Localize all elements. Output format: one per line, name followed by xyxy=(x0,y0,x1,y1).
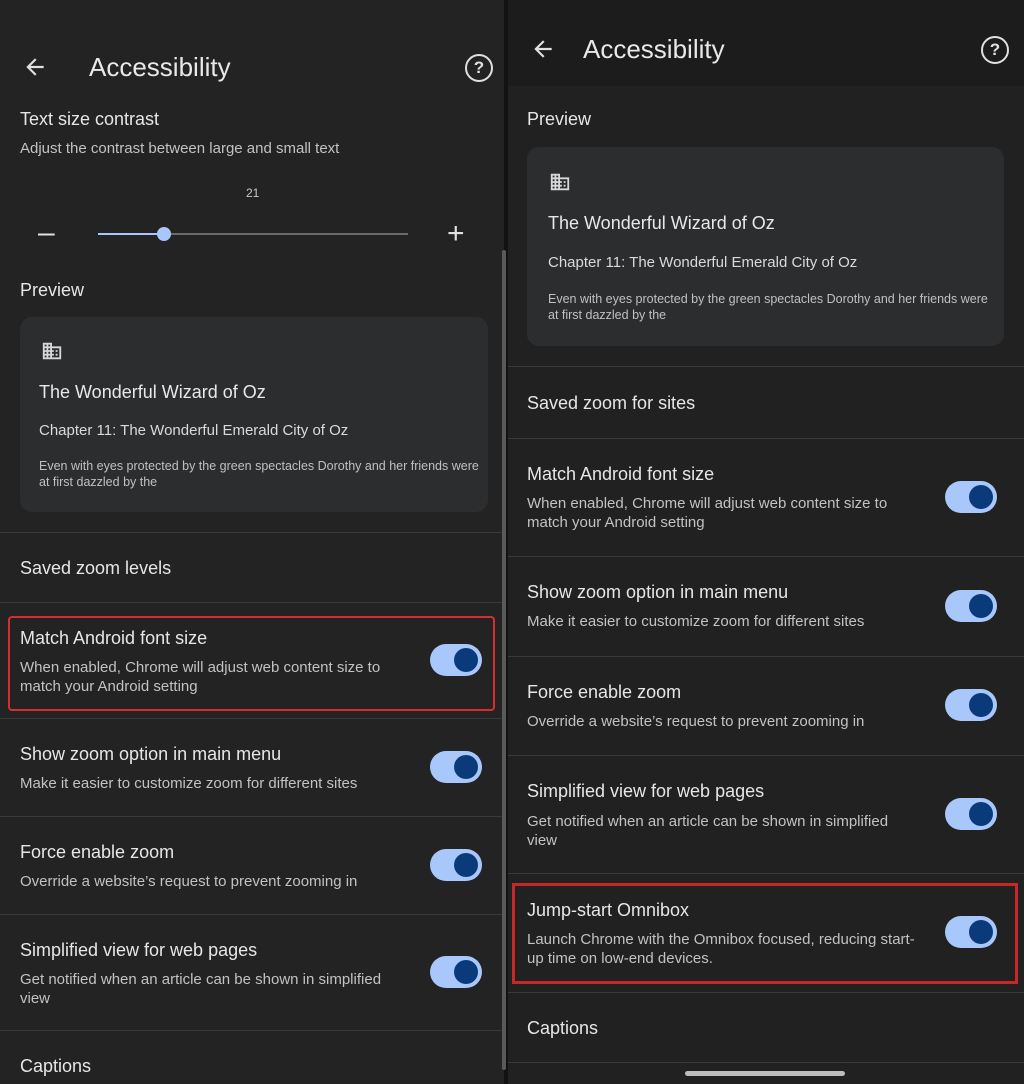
setting-subtitle-simplified-view: Get notified when an article can be show… xyxy=(20,971,382,1007)
toggle-knob xyxy=(969,802,993,826)
divider xyxy=(0,1030,504,1031)
setting-title-match-font: Match Android font size xyxy=(527,464,715,484)
divider xyxy=(0,718,504,719)
app-bar: Accessibility ? xyxy=(0,0,504,102)
scrollbar[interactable] xyxy=(502,250,506,1070)
text-size-contrast-title: Text size contrast xyxy=(20,109,160,129)
setting-subtitle-force-zoom: Override a website’s request to prevent … xyxy=(527,713,865,730)
toggle-knob xyxy=(969,693,993,717)
left-screenshot: Accessibility ? Text size contrast Adjus… xyxy=(0,0,504,1084)
preview-card: The Wonderful Wizard of Oz Chapter 11: T… xyxy=(527,147,1004,346)
setting-subtitle-zoom-menu: Make it easier to customize zoom for dif… xyxy=(20,775,358,792)
setting-subtitle-jump-start-omnibox: Launch Chrome with the Omnibox focused, … xyxy=(527,931,915,967)
divider xyxy=(508,1062,1024,1063)
toggle-knob xyxy=(969,485,993,509)
divider xyxy=(508,992,1024,993)
building-icon xyxy=(42,342,62,360)
decrease-button[interactable]: – xyxy=(38,218,55,248)
setting-subtitle-match-font: When enabled, Chrome will adjust web con… xyxy=(527,495,888,531)
setting-subtitle-force-zoom: Override a website’s request to prevent … xyxy=(20,873,358,890)
toggle-force-zoom[interactable] xyxy=(430,849,482,881)
slider-value: 21 xyxy=(246,186,260,200)
toggle-simplified-view[interactable] xyxy=(945,798,997,830)
divider xyxy=(508,873,1024,874)
slider-fill xyxy=(98,233,164,235)
help-icon[interactable]: ? xyxy=(465,54,493,82)
app-bar: Accessibility ? xyxy=(508,0,1024,86)
captions-item[interactable]: Captions xyxy=(20,1056,91,1077)
setting-title-force-zoom: Force enable zoom xyxy=(527,682,682,702)
help-icon[interactable]: ? xyxy=(981,36,1009,64)
text-size-contrast-subtitle: Adjust the contrast between large and sm… xyxy=(20,140,340,157)
preview-book-title: The Wonderful Wizard of Oz xyxy=(39,382,266,402)
divider xyxy=(508,755,1024,756)
slider-thumb[interactable] xyxy=(157,227,171,241)
page-title: Accessibility xyxy=(89,52,231,82)
setting-title-zoom-menu: Show zoom option in main menu xyxy=(527,582,789,602)
divider xyxy=(508,438,1024,439)
toggle-jump-start-omnibox[interactable] xyxy=(945,916,997,948)
back-arrow-icon[interactable] xyxy=(530,36,556,62)
setting-title-simplified-view: Simplified view for web pages xyxy=(527,781,765,801)
setting-title-simplified-view: Simplified view for web pages xyxy=(20,940,258,960)
toggle-force-zoom[interactable] xyxy=(945,689,997,721)
setting-subtitle-simplified-view: Get notified when an article can be show… xyxy=(527,813,889,849)
building-icon xyxy=(550,173,570,191)
divider xyxy=(508,366,1024,367)
divider xyxy=(508,656,1024,657)
divider xyxy=(0,532,504,533)
setting-title-jump-start-omnibox: Jump-start Omnibox xyxy=(527,900,690,920)
saved-zoom-levels[interactable]: Saved zoom levels xyxy=(20,558,171,579)
page-title: Accessibility xyxy=(583,34,725,64)
divider xyxy=(0,816,504,817)
preview-body: Even with eyes protected by the green sp… xyxy=(548,292,988,322)
divider xyxy=(0,914,504,915)
saved-zoom-for-sites[interactable]: Saved zoom for sites xyxy=(527,393,695,414)
preview-chapter: Chapter 11: The Wonderful Emerald City o… xyxy=(548,254,858,271)
toggle-knob xyxy=(454,853,478,877)
toggle-match-font[interactable] xyxy=(430,644,482,676)
setting-title-force-zoom: Force enable zoom xyxy=(20,842,175,862)
toggle-simplified-view[interactable] xyxy=(430,956,482,988)
preview-body: Even with eyes protected by the green sp… xyxy=(39,459,479,489)
toggle-zoom-menu[interactable] xyxy=(945,590,997,622)
setting-title-match-font: Match Android font size xyxy=(20,628,208,648)
toggle-knob xyxy=(454,755,478,779)
preview-header: Preview xyxy=(20,280,85,300)
preview-header: Preview xyxy=(527,109,592,129)
divider xyxy=(508,556,1024,557)
home-indicator[interactable] xyxy=(685,1071,845,1076)
right-screenshot: Accessibility ? Preview The Wonderful Wi… xyxy=(508,0,1024,1084)
toggle-knob xyxy=(969,920,993,944)
setting-subtitle-match-font: When enabled, Chrome will adjust web con… xyxy=(20,659,381,695)
preview-card: The Wonderful Wizard of Oz Chapter 11: T… xyxy=(20,317,488,512)
toggle-knob xyxy=(454,960,478,984)
captions-item[interactable]: Captions xyxy=(527,1018,598,1039)
setting-title-zoom-menu: Show zoom option in main menu xyxy=(20,744,282,764)
preview-chapter: Chapter 11: The Wonderful Emerald City o… xyxy=(39,422,349,439)
toggle-match-font[interactable] xyxy=(945,481,997,513)
setting-subtitle-zoom-menu: Make it easier to customize zoom for dif… xyxy=(527,613,865,630)
toggle-knob xyxy=(454,648,478,672)
increase-button[interactable]: + xyxy=(447,219,465,249)
preview-book-title: The Wonderful Wizard of Oz xyxy=(548,213,775,233)
divider xyxy=(0,602,504,603)
toggle-zoom-menu[interactable] xyxy=(430,751,482,783)
toggle-knob xyxy=(969,594,993,618)
back-arrow-icon[interactable] xyxy=(22,54,48,80)
